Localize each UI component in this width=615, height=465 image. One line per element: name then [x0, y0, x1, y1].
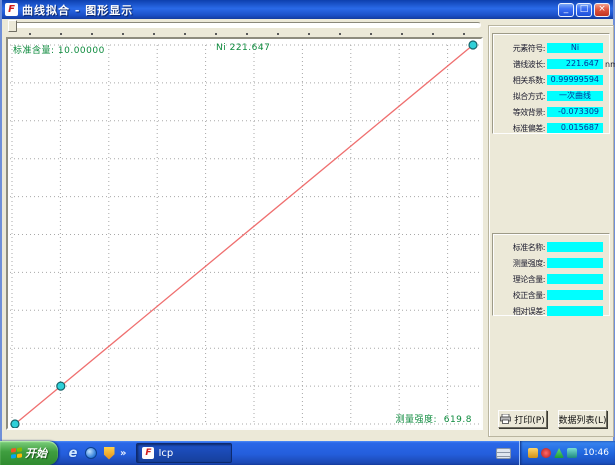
field-label: 相关系数: — [499, 75, 545, 86]
minimize-button[interactable]: _ — [558, 3, 574, 17]
taskbar: 开始 e » F Icp 10:46 — [0, 441, 615, 465]
fit-method-field: 一次曲线 — [547, 91, 603, 101]
globe-icon[interactable] — [84, 446, 98, 460]
zoom-trackbar — [7, 20, 483, 36]
field-label: 测量强度: — [499, 258, 545, 269]
print-button-label: 打印(P) — [514, 413, 544, 426]
language-keyboard-icon[interactable] — [496, 448, 511, 459]
icp-app-icon: F — [142, 447, 154, 459]
std-deviation-field: 0.015687 — [547, 123, 603, 133]
close-button[interactable]: × — [594, 3, 610, 17]
field-row-wavelength: 谱线波长: 221.647 nm — [493, 56, 609, 72]
data-list-button-label: 数据列表(L) — [558, 413, 606, 426]
restore-button[interactable]: □ — [576, 3, 592, 17]
data-list-button[interactable]: 数据列表(L) — [558, 410, 607, 428]
tray-icon-2[interactable] — [541, 448, 551, 458]
field-label: 标准偏差: — [499, 123, 545, 134]
field-row-correlation: 相关系数: 0.99999594 — [493, 72, 609, 88]
calibration-plot: 标准含量: 10.00000 Ni 221.647 测量强度: 619.8 — [6, 37, 483, 430]
internet-explorer-icon[interactable]: e — [66, 446, 80, 460]
field-label: 元素符号: — [499, 43, 545, 54]
field-label: 标准名称: — [499, 242, 545, 253]
field-row-std-deviation: 标准偏差: 0.015687 — [493, 120, 609, 136]
field-label: 拟合方式: — [499, 91, 545, 102]
screen: F 曲线拟合 - 图形显示 _ □ × 标准含量: 10.00000 Ni 22… — [0, 0, 615, 465]
field-label: 校正含量: — [499, 290, 545, 301]
start-button-label: 开始 — [25, 445, 47, 461]
equivalent-background-field: -0.073309 — [547, 107, 603, 117]
field-label: 谱线波长: — [499, 59, 545, 70]
shield-icon[interactable] — [102, 446, 116, 460]
field-label: 相对误差: — [499, 306, 545, 317]
fit-results-groupbox: 元素符号: Ni 谱线波长: 221.647 nm 相关系数: 0.999995… — [492, 33, 610, 134]
standard-name-field — [547, 242, 603, 252]
field-row-fit-method: 拟合方式: 一次曲线 — [493, 88, 609, 104]
field-row-theoretical-content: 理论含量: — [493, 271, 609, 287]
tray-icon-4[interactable] — [567, 448, 577, 458]
trackbar-groove[interactable] — [9, 22, 481, 28]
wavelength-field: 221.647 — [547, 59, 603, 69]
field-label: 等效背景: — [499, 107, 545, 118]
field-row-standard-name: 标准名称: — [493, 239, 609, 255]
field-suffix: nm — [605, 60, 615, 69]
printer-icon — [500, 414, 511, 424]
print-button[interactable]: 打印(P) — [498, 410, 547, 428]
measured-intensity-label: 测量强度: 619.8 — [395, 412, 472, 425]
chevron-more-icon[interactable]: » — [120, 448, 126, 459]
calibration-curve-chart — [8, 39, 481, 428]
titlebar: F 曲线拟合 - 图形显示 _ □ × — [2, 0, 613, 19]
windows-flag-icon — [11, 447, 22, 459]
window-title: 曲线拟合 - 图形显示 — [22, 2, 556, 18]
taskbar-task-icp[interactable]: F Icp — [136, 443, 232, 463]
field-row-measured-intensity: 测量强度: — [493, 255, 609, 271]
tray-icon-3[interactable] — [554, 448, 564, 458]
relative-error-field — [547, 306, 603, 316]
corrected-content-field — [547, 290, 603, 300]
tray-icon-1[interactable] — [528, 448, 538, 458]
standard-content-label: 标准含量: 10.00000 — [13, 43, 105, 56]
system-tray: 10:46 — [519, 441, 615, 465]
theoretical-content-field — [547, 274, 603, 284]
trackbar-thumb[interactable] — [8, 20, 17, 32]
start-button[interactable]: 开始 — [0, 441, 58, 465]
measured-intensity-field — [547, 258, 603, 268]
field-row-corrected-content: 校正含量: — [493, 287, 609, 303]
sample-groupbox: 标准名称: 测量强度: 理论含量: 校正含量: 相对误差: — [492, 233, 610, 316]
field-row-relative-error: 相对误差: — [493, 303, 609, 319]
field-label: 理论含量: — [499, 274, 545, 285]
quick-launch-bar: e » — [58, 446, 132, 460]
app-window: F 曲线拟合 - 图形显示 _ □ × 标准含量: 10.00000 Ni 22… — [0, 0, 615, 441]
element-symbol-field: Ni — [547, 43, 603, 53]
task-button-label: Icp — [158, 448, 173, 459]
ie-glyph: e — [69, 446, 78, 461]
results-panel: 元素符号: Ni 谱线波长: 221.647 nm 相关系数: 0.999995… — [488, 25, 614, 437]
correlation-field: 0.99999594 — [547, 75, 603, 85]
spectral-line-label: Ni 221.647 — [216, 43, 270, 53]
field-row-background: 等效背景: -0.073309 — [493, 104, 609, 120]
app-icon: F — [5, 3, 18, 16]
trackbar-ticks — [29, 33, 465, 36]
field-row-element-symbol: 元素符号: Ni — [493, 40, 609, 56]
taskbar-clock: 10:46 — [583, 448, 609, 458]
